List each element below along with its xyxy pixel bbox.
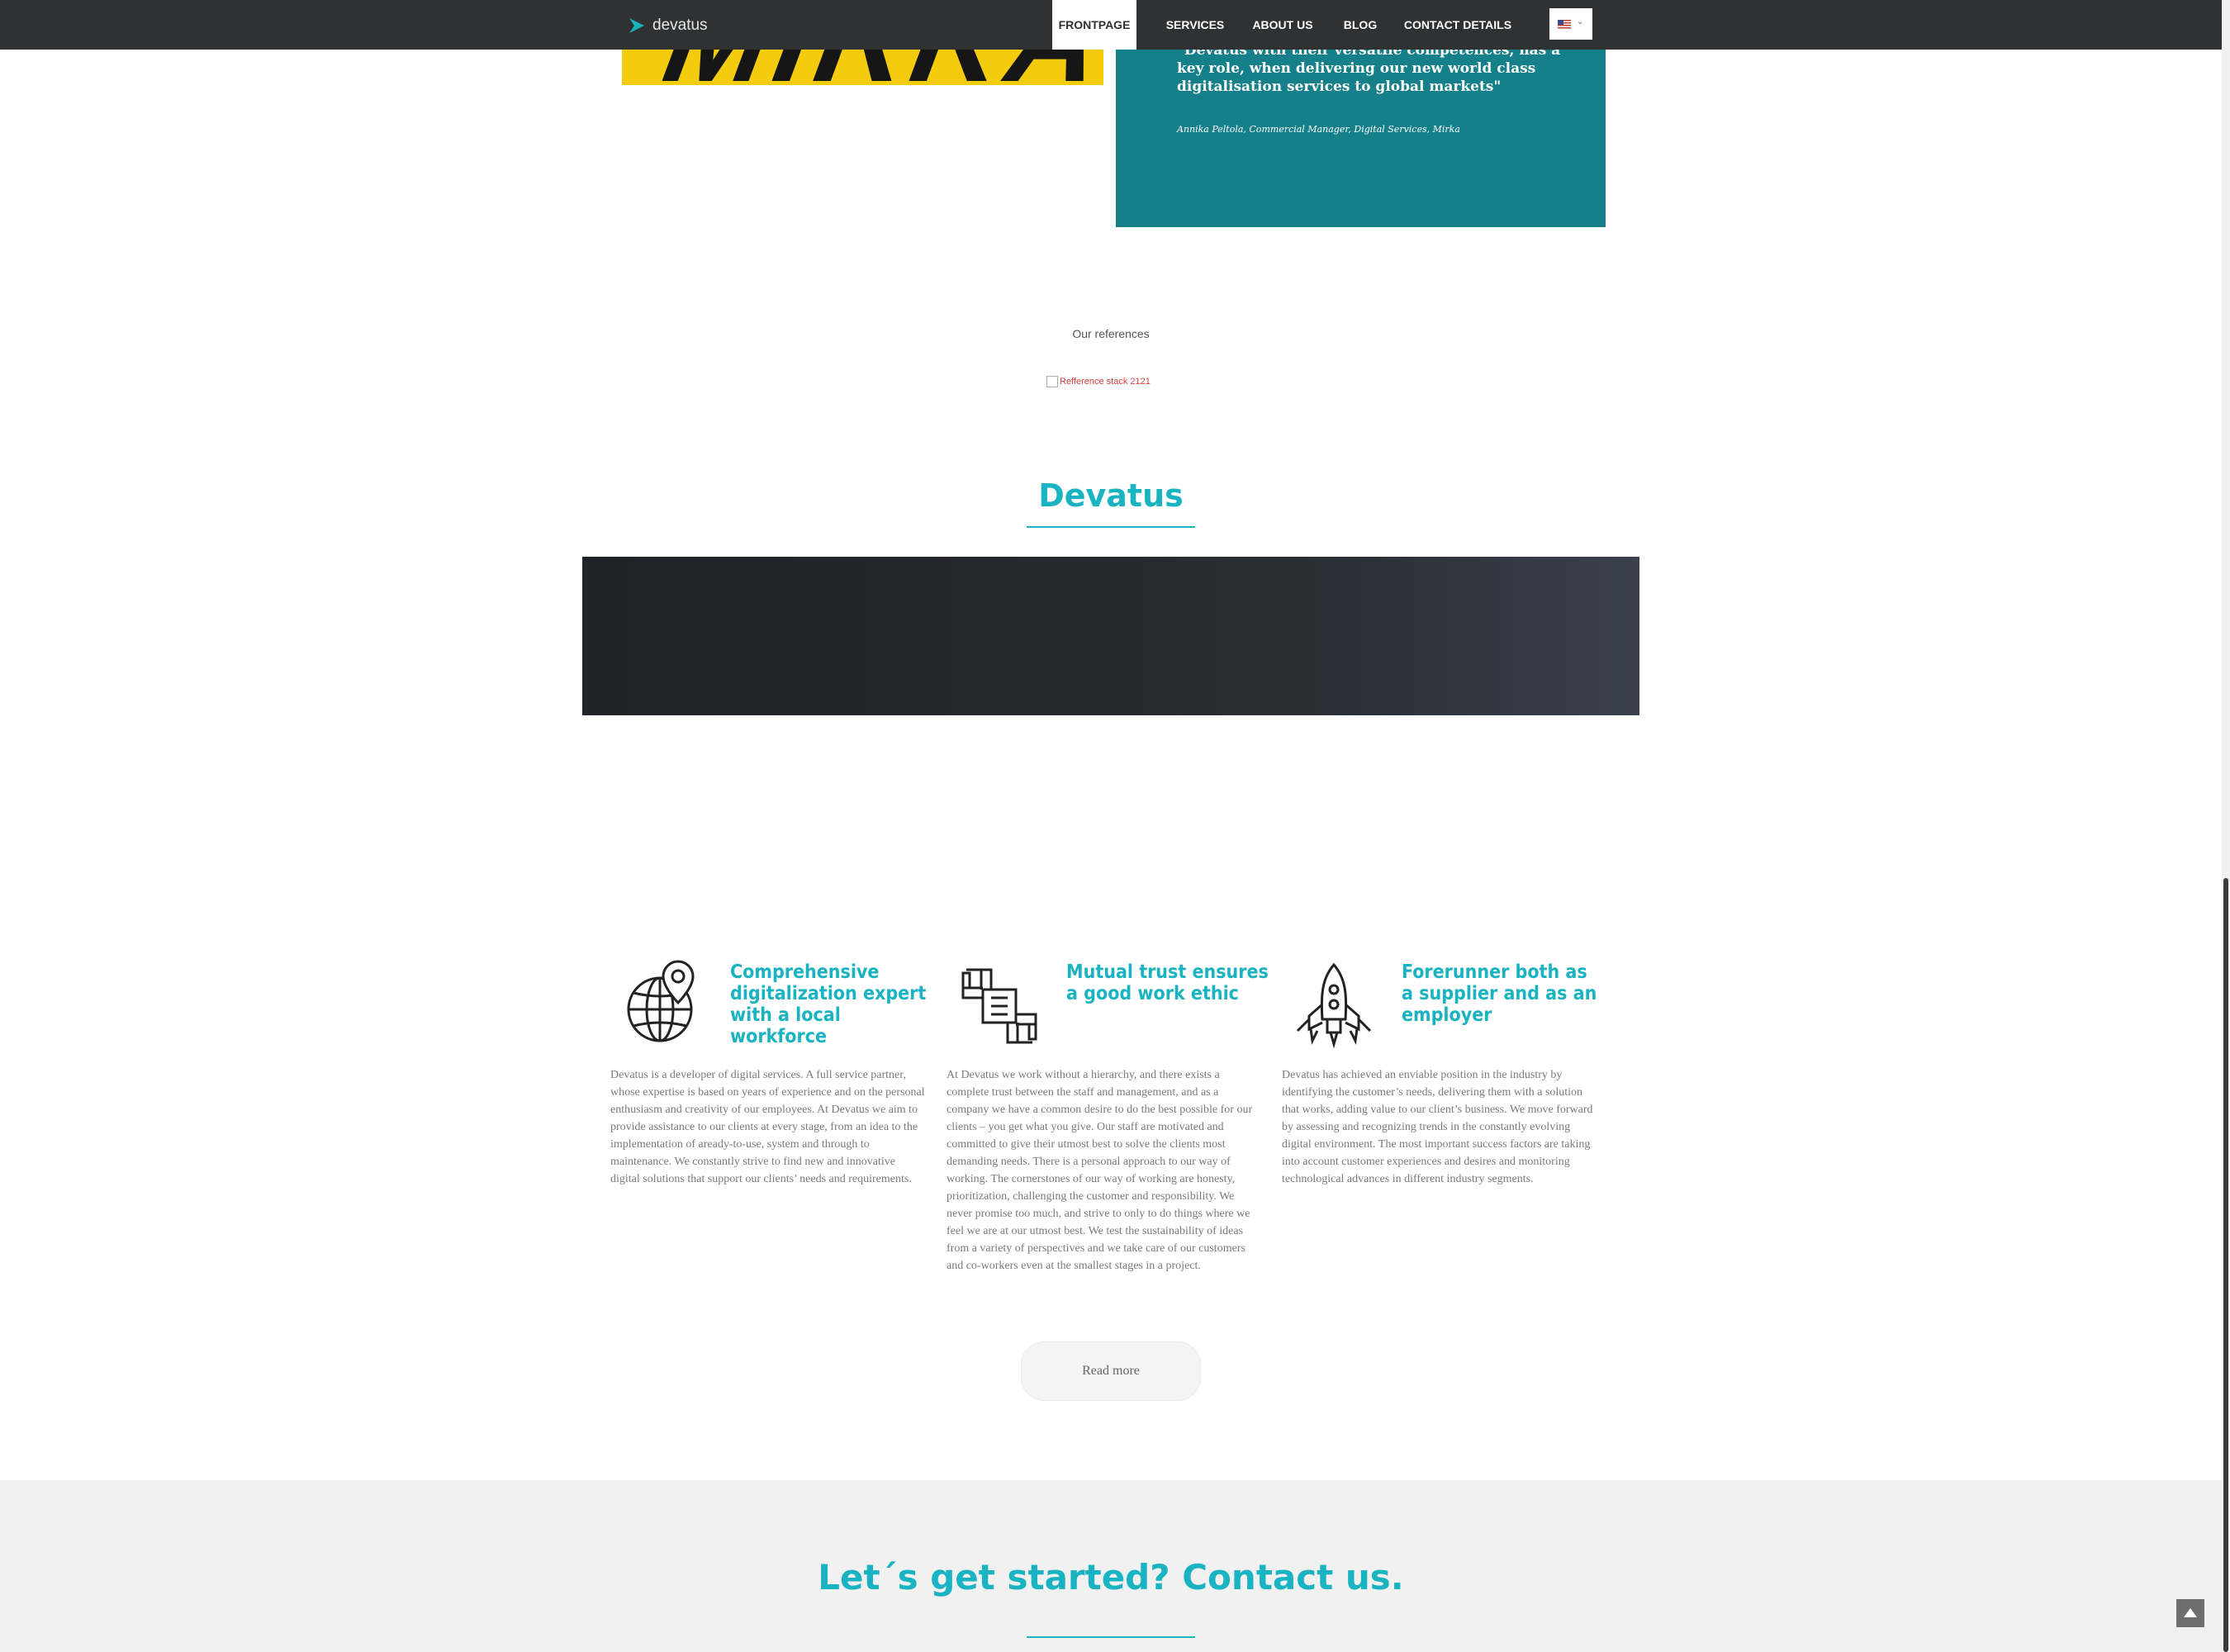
chevron-down-icon: ⌄ xyxy=(1577,17,1584,26)
references-title: Our references xyxy=(1072,327,1150,340)
top-navbar: devatus FRONTPAGE SERVICES ABOUT US BLOG… xyxy=(0,0,2222,50)
notebook-banner-image xyxy=(582,557,1639,715)
language-selector[interactable]: ⌄ xyxy=(1549,8,1592,40)
nav-item-frontpage[interactable]: FRONTPAGE xyxy=(1052,0,1136,50)
feature-title-forerunner: Forerunner both as a supplier and as an … xyxy=(1402,961,1597,1026)
paper-sheet xyxy=(1635,557,1639,714)
references-image-alt: Refference stack 2121 xyxy=(1060,376,1151,387)
us-flag-icon xyxy=(1558,20,1571,29)
contact-title-underline xyxy=(1027,1636,1195,1638)
joined-hands-icon xyxy=(961,968,1037,1044)
nav-item-contact-details[interactable]: CONTACT DETAILS xyxy=(1399,0,1516,50)
testimonial-author: Annika Peltola, Commercial Manager, Digi… xyxy=(1177,124,1460,135)
feature-title-trust: Mutual trust ensures a good work ethic xyxy=(1066,961,1269,1004)
scrollbar-thumb[interactable] xyxy=(2223,878,2228,1652)
nav-item-services[interactable]: SERVICES xyxy=(1156,0,1234,50)
devatus-logo[interactable]: devatus xyxy=(628,15,708,36)
references-image: Refference stack 2121 xyxy=(1046,376,1179,391)
contact-title: Let´s get started? Contact us. xyxy=(818,1557,1404,1597)
read-more-button[interactable]: Read more xyxy=(1021,1341,1201,1401)
devatus-logo-icon xyxy=(629,18,644,33)
feature-title-digitalization: Comprehensive digitalization expert with… xyxy=(730,961,927,1047)
broken-image-icon xyxy=(1046,376,1058,387)
nav-item-blog[interactable]: BLOG xyxy=(1333,0,1388,50)
logo-text: devatus xyxy=(652,17,708,34)
nav-item-about-us[interactable]: ABOUT US xyxy=(1247,0,1318,50)
scroll-to-top-button[interactable] xyxy=(2176,1599,2204,1627)
globe-location-icon xyxy=(627,960,695,1042)
feature-text-forerunner: Devatus has achieved an enviable positio… xyxy=(1282,1069,1593,1185)
section-title-devatus: Devatus xyxy=(1038,477,1184,514)
title-underline xyxy=(1027,526,1195,528)
feature-text-trust: At Devatus we work without a hierarchy, … xyxy=(947,1069,1253,1272)
rocket-icon xyxy=(1296,962,1372,1049)
feature-text-digitalization: Devatus is a developer of digital servic… xyxy=(610,1069,925,1185)
